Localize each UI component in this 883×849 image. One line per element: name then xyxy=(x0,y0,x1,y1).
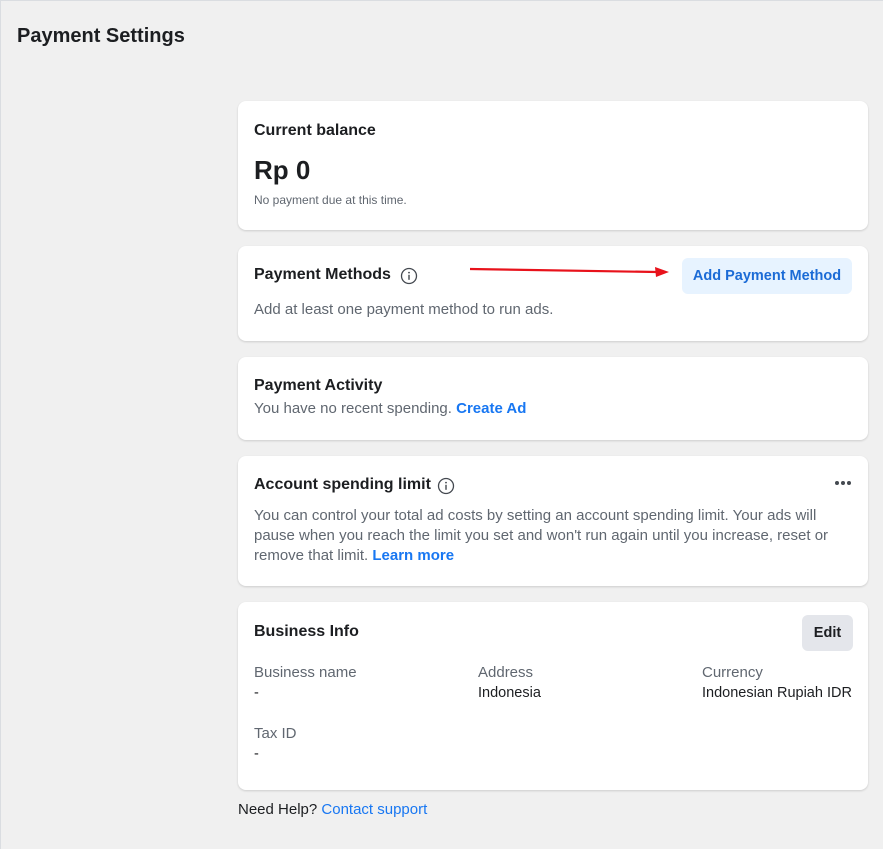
business-name-value: - xyxy=(254,685,259,701)
account-spending-limit-title: Account spending limit xyxy=(254,476,431,493)
currency-label: Currency xyxy=(702,664,763,681)
payment-activity-title: Payment Activity xyxy=(254,377,383,394)
page-title: Payment Settings xyxy=(17,25,185,47)
payment-activity-description: You have no recent spending. Create Ad xyxy=(254,400,526,417)
current-balance-title: Current balance xyxy=(254,122,376,139)
business-info-card: Business Info Edit Business name - Addre… xyxy=(238,602,868,790)
payment-methods-title: Payment Methods xyxy=(254,266,391,283)
current-balance-card: Current balance Rp 0 No payment due at t… xyxy=(238,101,868,230)
account-spending-limit-description: You can control your total ad costs by s… xyxy=(254,506,844,566)
create-ad-link[interactable]: Create Ad xyxy=(456,400,526,417)
business-name-label: Business name xyxy=(254,664,357,681)
contact-support-link[interactable]: Contact support xyxy=(321,801,427,818)
spending-limit-text: You can control your total ad costs by s… xyxy=(254,507,829,564)
current-balance-amount: Rp 0 xyxy=(254,155,311,185)
payment-methods-card: Payment Methods Add Payment Method Add a… xyxy=(238,246,868,341)
business-info-title: Business Info xyxy=(254,623,359,640)
need-help-text: Need Help? xyxy=(238,801,318,818)
payment-methods-description: Add at least one payment method to run a… xyxy=(254,301,554,318)
currency-value: Indonesian Rupiah IDR xyxy=(702,685,852,701)
address-value: Indonesia xyxy=(478,685,541,701)
tax-id-label: Tax ID xyxy=(254,725,297,742)
tax-id-value: - xyxy=(254,746,259,762)
learn-more-link[interactable]: Learn more xyxy=(372,547,454,564)
help-footer: Need Help? Contact support xyxy=(238,801,427,818)
annotation-arrow-icon xyxy=(469,267,669,277)
current-balance-note: No payment due at this time. xyxy=(254,193,407,207)
more-horizontal-icon xyxy=(835,481,839,485)
edit-business-info-button[interactable]: Edit xyxy=(802,615,853,651)
more-options-button[interactable] xyxy=(832,476,854,490)
address-label: Address xyxy=(478,664,534,681)
info-icon[interactable] xyxy=(437,477,455,495)
info-icon[interactable] xyxy=(400,267,418,285)
payment-activity-text: You have no recent spending. xyxy=(254,400,452,417)
add-payment-method-button[interactable]: Add Payment Method xyxy=(682,258,852,294)
account-spending-limit-card: Account spending limit You can control y… xyxy=(238,456,868,586)
payment-activity-card: Payment Activity You have no recent spen… xyxy=(238,357,868,440)
